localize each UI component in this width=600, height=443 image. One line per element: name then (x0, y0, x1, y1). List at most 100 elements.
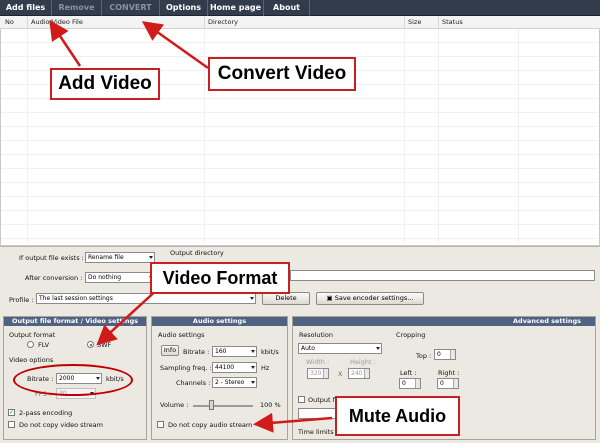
grid-line (1, 154, 598, 155)
grid-line (1, 126, 598, 127)
resolution-value: Auto (301, 345, 315, 352)
channels-label: Channels : (176, 379, 211, 387)
stepper-arrows-icon (323, 369, 328, 378)
chevron-down-icon (251, 350, 255, 353)
no-video-checkbox[interactable] (8, 421, 15, 428)
menu-bar: Add files Remove CONVERT Options Home pa… (0, 0, 600, 16)
no-video-label: Do not copy video stream (19, 421, 103, 429)
output-directory-field[interactable] (290, 270, 595, 281)
grid-line (1, 238, 598, 239)
two-pass-label: 2-pass encoding (19, 409, 73, 417)
stepper-arrows-icon (453, 379, 458, 388)
grid-line (1, 224, 598, 225)
chevron-down-icon (251, 366, 255, 369)
volume-value: 100 % (260, 401, 281, 409)
grid-line (1, 112, 598, 113)
advanced-settings-title: Advanced settings (293, 317, 595, 326)
grid-line (438, 29, 439, 244)
profile-label: Profile : (9, 296, 34, 304)
file-list-table[interactable] (0, 16, 600, 246)
column-directory[interactable]: Directory (204, 16, 404, 29)
no-audio-label: Do not copy audio stream (168, 421, 253, 429)
output-frame-label: Output fr (308, 396, 338, 404)
output-directory-label: Output directory (170, 249, 224, 257)
cropping-label: Cropping (396, 331, 426, 339)
audio-bitrate-select[interactable]: 160 (212, 346, 257, 357)
column-size[interactable]: Size (404, 16, 438, 29)
video-options-label: Video options (9, 356, 54, 364)
crop-top-stepper[interactable]: 0 (434, 349, 456, 360)
width-stepper[interactable]: 320 (307, 368, 329, 379)
add-video-callout: Add Video (50, 68, 160, 100)
convert-video-callout: Convert Video (208, 57, 356, 91)
grid-line (518, 29, 519, 244)
audio-bitrate-value: 160 (215, 348, 227, 355)
column-file[interactable]: Audio/Video File (27, 16, 204, 29)
home-page-menu[interactable]: Home page (208, 0, 264, 16)
grid-line (404, 29, 405, 244)
volume-slider[interactable] (193, 405, 253, 407)
width-label: Width : (306, 358, 330, 366)
format-flv-label: FLV (38, 341, 50, 349)
output-frame-field[interactable] (298, 408, 338, 419)
grid-line (1, 168, 598, 169)
save-encoder-settings-button[interactable]: ▣ Save encoder settings... (316, 292, 424, 305)
size-separator: X (338, 370, 343, 378)
after-conversion-value: Do nothing (88, 274, 122, 281)
format-flv-radio[interactable] (27, 341, 34, 348)
stepper-arrows-icon (415, 379, 420, 388)
sampling-unit: Hz (261, 364, 270, 372)
audio-bitrate-unit: kbit/s (261, 348, 279, 356)
volume-label: Volume : (160, 401, 189, 409)
no-audio-checkbox[interactable] (157, 421, 164, 428)
add-files-menu[interactable]: Add files (0, 0, 52, 16)
height-stepper[interactable]: 240 (348, 368, 370, 379)
format-swf-label: SWF (97, 341, 112, 349)
column-status[interactable]: Status (438, 16, 518, 29)
chevron-down-icon (149, 256, 153, 259)
crop-right-stepper[interactable]: 0 (437, 378, 459, 389)
mute-audio-callout: Mute Audio (335, 396, 460, 436)
crop-right-value: 0 (440, 380, 444, 387)
grid-line (1, 140, 598, 141)
height-label: Height : (350, 358, 376, 366)
about-menu[interactable]: About (264, 0, 310, 16)
crop-top-label: Top : (416, 352, 432, 360)
if-exists-label: If output file exists : (19, 254, 84, 262)
remove-menu[interactable]: Remove (52, 0, 102, 16)
crop-left-label: Left : (400, 369, 417, 377)
output-format-label: Output format (9, 331, 56, 339)
width-value: 320 (310, 370, 322, 377)
channels-select[interactable]: 2 - Stereo (212, 377, 257, 388)
profile-select[interactable]: The last session settings (36, 293, 256, 304)
resolution-select[interactable]: Auto (298, 343, 382, 354)
crop-left-value: 0 (402, 380, 406, 387)
after-conversion-label: After conversion : (25, 274, 83, 282)
grid-line (1, 196, 598, 197)
volume-slider-thumb[interactable] (209, 400, 214, 410)
column-no[interactable]: No (2, 16, 27, 29)
if-exists-value: Rename file (88, 254, 124, 261)
crop-left-stepper[interactable]: 0 (399, 378, 421, 389)
chevron-down-icon (250, 297, 254, 300)
info-button[interactable]: Info (161, 345, 179, 356)
format-swf-radio[interactable] (87, 341, 94, 348)
options-menu[interactable]: Options (160, 0, 208, 16)
grid-line (204, 29, 205, 244)
grid-line (1, 210, 598, 211)
convert-menu[interactable]: CONVERT (102, 0, 160, 16)
stepper-arrows-icon (450, 350, 455, 359)
file-list-header: No Audio/Video File Directory Size Statu… (0, 16, 600, 29)
grid-line (27, 29, 28, 244)
output-frame-checkbox[interactable] (298, 396, 305, 403)
two-pass-checkbox[interactable]: ✓ (8, 409, 15, 416)
chevron-down-icon (251, 381, 255, 384)
sampling-select[interactable]: 44100 (212, 362, 257, 373)
bitrate-highlight-ellipse (13, 364, 133, 396)
after-conversion-select[interactable]: Do nothing (85, 272, 155, 283)
save-encoder-label: Save encoder settings... (334, 294, 414, 302)
if-exists-select[interactable]: Rename file (85, 252, 155, 263)
crop-right-label: Right : (438, 369, 460, 377)
sampling-label: Sampling freq. : (160, 364, 212, 372)
video-settings-title: Output file format / Video settings (4, 317, 146, 326)
